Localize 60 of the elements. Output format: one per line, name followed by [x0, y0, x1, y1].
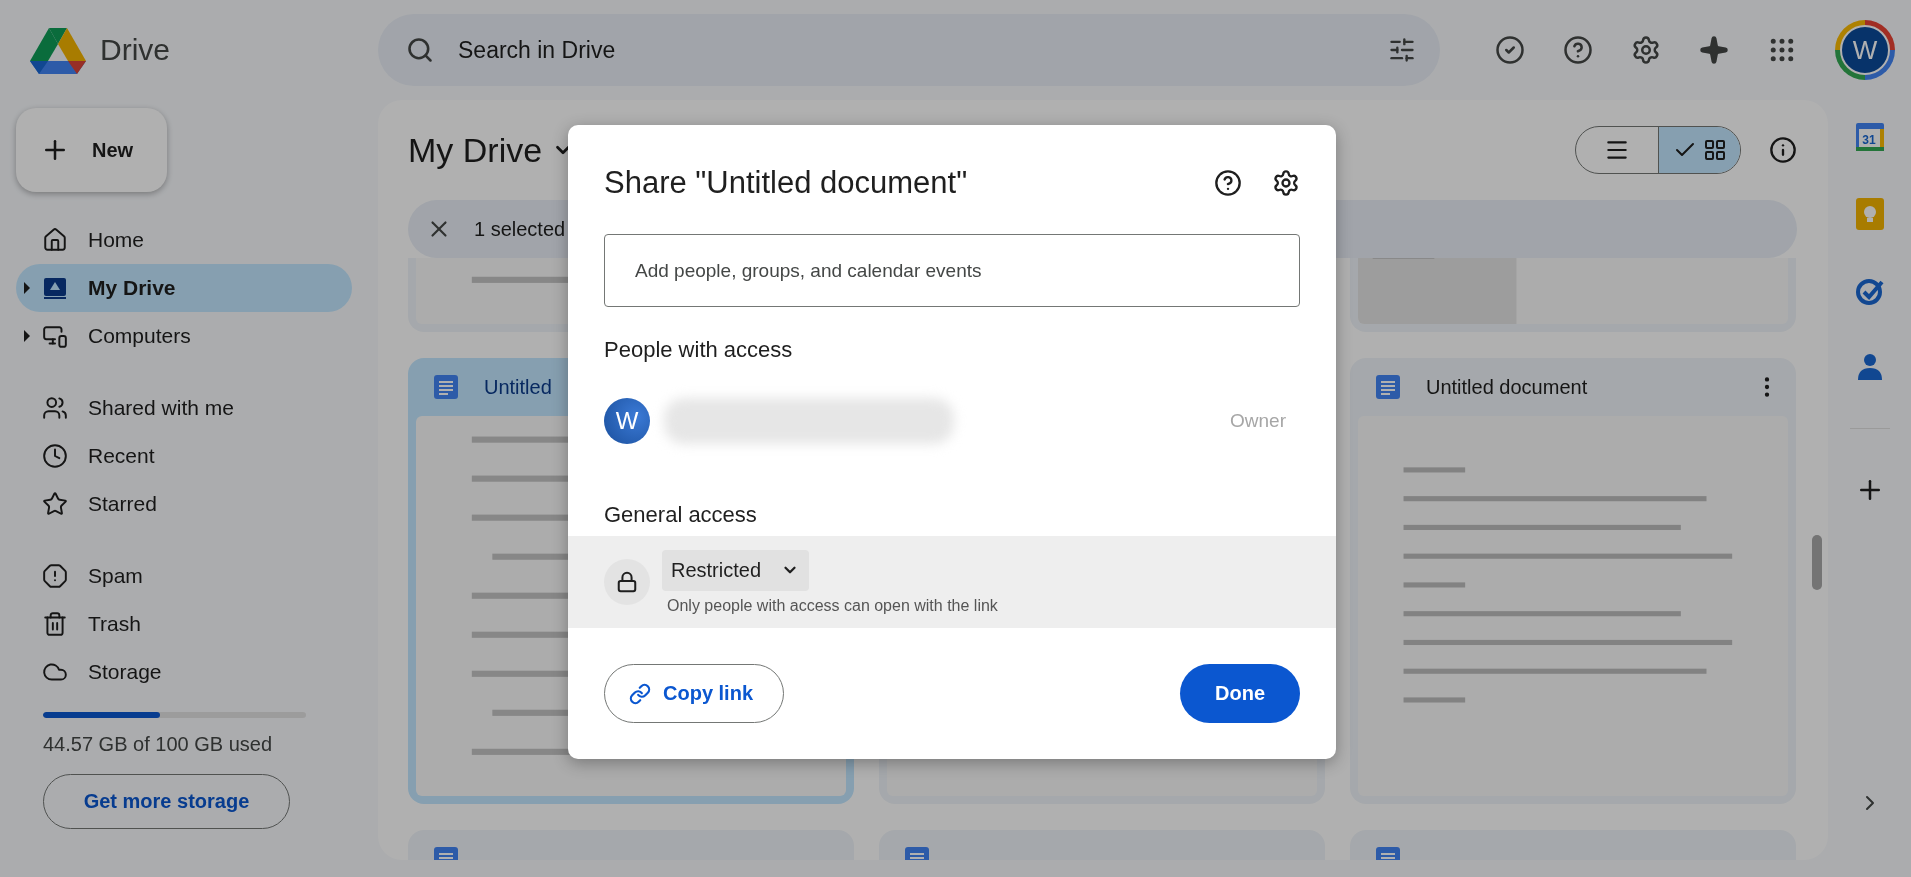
user-avatar: W: [604, 398, 650, 444]
document-icon: [434, 375, 458, 399]
star-icon: [42, 491, 68, 517]
clock-icon: [42, 443, 68, 469]
search-field[interactable]: Search in Drive: [456, 35, 1366, 65]
nav-item[interactable]: Trash: [16, 600, 352, 648]
nav-item[interactable]: Computers: [16, 312, 352, 360]
nav-item[interactable]: Storage: [16, 648, 352, 696]
account-avatar[interactable]: W: [1835, 20, 1895, 80]
section-heading: People with access: [604, 337, 794, 363]
status-check-icon[interactable]: [1495, 35, 1525, 65]
search-icon: [406, 36, 434, 64]
help-icon[interactable]: [1563, 35, 1593, 65]
document-icon: [1376, 375, 1400, 399]
calendar-icon[interactable]: 31: [1854, 122, 1885, 152]
lock-icon: [604, 559, 650, 605]
expand-caret-icon[interactable]: [24, 282, 30, 294]
dialog-title: Share "Untitled document": [604, 165, 969, 201]
storage-usage: 44.57 GB of 100 GB used: [43, 733, 274, 756]
trash-icon: [42, 611, 68, 637]
alert-icon: [42, 563, 68, 589]
access-description: Only people with access can open with the link: [666, 596, 998, 615]
expand-caret-icon[interactable]: [24, 330, 30, 342]
folder-title[interactable]: My Drive: [408, 130, 575, 170]
nav-item[interactable]: Recent: [16, 432, 352, 480]
settings-icon[interactable]: [1272, 169, 1300, 197]
home-icon: [42, 227, 68, 253]
sparkle-icon[interactable]: [1699, 35, 1729, 65]
scrollbar-thumb[interactable]: [1812, 535, 1822, 590]
done-button[interactable]: Done: [1180, 664, 1300, 723]
role-label: Owner: [1230, 410, 1286, 432]
info-icon[interactable]: [1769, 136, 1797, 164]
nav-item[interactable]: Spam: [16, 552, 352, 600]
nav-item[interactable]: My Drive: [16, 264, 352, 312]
computers-icon: [42, 323, 68, 349]
section-heading: General access: [604, 502, 758, 528]
add-people-field[interactable]: Add people, groups, and calendar events: [604, 234, 1300, 307]
access-dropdown[interactable]: Restricted: [662, 549, 810, 591]
selection-count: 1 selected: [474, 217, 566, 241]
grid-icon: [1702, 138, 1727, 162]
people-icon: [42, 395, 68, 421]
nav-item[interactable]: Home: [16, 216, 352, 264]
drive-logo-icon: [30, 26, 86, 74]
file-name: Untitled: [484, 375, 552, 399]
drive-icon: [42, 275, 68, 301]
search-bar[interactable]: Search in Drive: [378, 14, 1440, 86]
copy-link-button[interactable]: Copy link: [604, 664, 784, 723]
help-icon[interactable]: [1214, 169, 1242, 197]
nav-item[interactable]: Starred: [16, 480, 352, 528]
settings-icon[interactable]: [1631, 35, 1661, 65]
task-check-icon[interactable]: [1854, 276, 1885, 306]
app-title: Drive: [100, 33, 170, 67]
link-icon: [629, 682, 651, 705]
nav-item[interactable]: Shared with me: [16, 384, 352, 432]
grid-view-button[interactable]: [1658, 127, 1740, 173]
file-name: Untitled document: [1426, 375, 1588, 399]
filter-icon[interactable]: [1388, 36, 1416, 64]
new-button[interactable]: New: [16, 108, 167, 192]
person-icon[interactable]: [1855, 352, 1884, 382]
file-card[interactable]: Untitled document: [1350, 358, 1796, 804]
